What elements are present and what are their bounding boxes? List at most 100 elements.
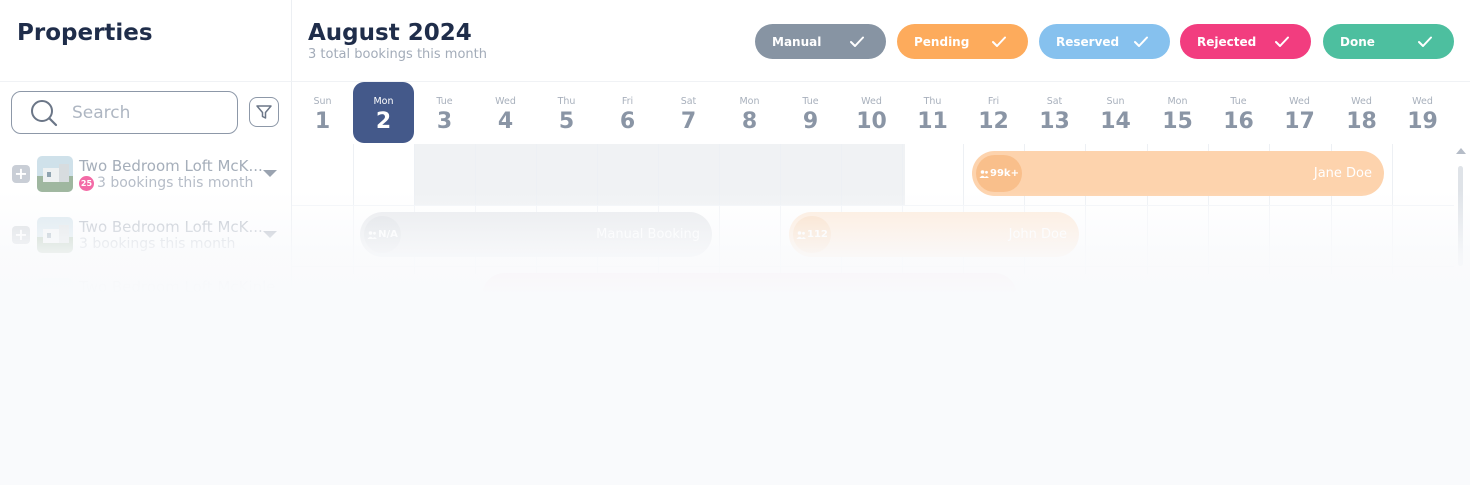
guest-count-badge: N/A [364,216,401,253]
day-name: Sun [313,96,332,107]
property-row[interactable]: + Two Bedroom Loft McK... 25 3 bookings t… [0,144,292,205]
property-bookings-count: 3 bookings this month [97,175,254,191]
guest-count: 112 [807,229,828,240]
day-name: Mon [373,96,394,107]
day-name: Sat [680,96,697,107]
booking-calendar-app: Properties August 2024 3 total bookings … [0,0,1470,485]
day-header[interactable]: Fri 6 [597,82,658,144]
day-name: Thu [557,96,576,107]
check-icon [850,36,864,47]
day-header[interactable]: Mon 15 [1147,82,1208,144]
check-icon [1418,36,1432,47]
day-header[interactable]: Thu 5 [536,82,597,144]
day-header[interactable]: Wed 19 [1392,82,1453,144]
booking-bar-manual[interactable]: N/A Manual Booking [360,212,712,257]
blocked-dates [415,144,905,205]
day-header[interactable]: Sun 1 [292,82,353,144]
day-number: 16 [1223,109,1254,134]
day-header[interactable]: Sun 14 [1085,82,1146,144]
day-name: Sat [1046,96,1063,107]
properties-header: Properties [0,0,292,82]
day-header[interactable]: Fri 12 [963,82,1024,144]
filter-reserved[interactable]: Reserved [1039,24,1170,59]
day-number: 3 [436,109,453,134]
filter-done[interactable]: Done [1323,24,1454,59]
vertical-scrollbar[interactable] [1453,144,1470,284]
filter-rejected[interactable]: Rejected [1180,24,1311,59]
filter-pending[interactable]: Pending [897,24,1028,59]
day-header[interactable]: Tue 3 [414,82,475,144]
day-header-row: Sun 1 Mon 2 Tue 3 Wed 4 Thu 5 Fri 6 Sat 7 Mon 8 … [292,82,1470,144]
search-row [0,82,292,144]
day-name: Wed [1351,96,1372,107]
people-icon [367,230,377,239]
property-name: Two Bedroom Loft McK... [79,157,263,175]
filter-rejected-label: Rejected [1197,34,1257,49]
properties-title: Properties [17,20,153,46]
day-number: 5 [558,109,575,134]
property-bookings-count: 3 bookings this month [79,236,236,252]
guest-count-badge: 112 [793,216,831,253]
day-number: 1 [314,109,331,134]
day-header[interactable]: Tue 16 [1208,82,1269,144]
people-icon [979,169,989,178]
property-thumbnail [37,278,73,314]
chevron-down-icon[interactable] [263,170,277,177]
search-box[interactable] [11,91,238,134]
day-name: Tue [436,96,453,107]
day-number: 2 [375,109,392,134]
filter-icon [256,105,272,119]
day-name: Wed [1412,96,1433,107]
day-name: Fri [621,96,634,107]
search-icon [31,99,58,126]
check-icon [1275,36,1289,47]
day-number: 18 [1346,109,1377,134]
day-number: 10 [856,109,887,134]
day-header[interactable]: Thu 11 [902,82,963,144]
day-name: Thu [923,96,942,107]
day-name: Wed [1289,96,1310,107]
month-subtitle: 3 total bookings this month [308,47,488,62]
filter-manual-label: Manual [772,34,822,49]
filter-manual[interactable]: Manual [755,24,886,59]
expand-icon[interactable]: + [12,165,30,183]
search-input[interactable] [72,102,222,123]
day-name: Tue [802,96,819,107]
day-header[interactable]: Sat 7 [658,82,719,144]
chevron-down-icon[interactable] [263,231,277,238]
property-row[interactable]: + Two Bedroom Loft McK... 3 bookings thi… [0,205,292,266]
day-number: 17 [1284,109,1315,134]
day-name: Mon [1167,96,1188,107]
booking-guest-name: Jane Doe [1313,166,1372,181]
day-number: 13 [1039,109,1070,134]
day-name: Sun [1106,96,1125,107]
booking-bar-pending[interactable]: 99k+ Jane Doe [972,151,1384,196]
scroll-up-arrow-icon[interactable] [1456,148,1466,154]
day-number: 7 [680,109,697,134]
day-header[interactable]: Mon 8 [719,82,780,144]
property-row[interactable]: Two Bedroom Loft McKinle [0,266,292,327]
day-number: 4 [497,109,514,134]
scrollbar-thumb[interactable] [1458,166,1463,266]
day-header[interactable]: Wed 18 [1331,82,1392,144]
filter-pending-label: Pending [914,34,970,49]
month-header: August 2024 3 total bookings this month … [292,0,1470,82]
day-header[interactable]: Sat 13 [1024,82,1085,144]
day-header[interactable]: Tue 9 [780,82,841,144]
booking-bar-pending[interactable]: 112 John Doe [789,212,1079,257]
day-number: 15 [1162,109,1193,134]
booking-guest-name: Manual Booking [596,227,700,242]
booking-bar-rejected[interactable] [482,273,1017,318]
check-icon [992,36,1006,47]
day-number: 11 [917,109,948,134]
day-header[interactable]: Wed 4 [475,82,536,144]
day-header[interactable]: Wed 17 [1269,82,1330,144]
filter-button[interactable] [249,97,279,127]
expand-icon[interactable]: + [12,226,30,244]
day-header[interactable]: Wed 10 [841,82,902,144]
day-header-selected[interactable]: Mon 2 [353,82,414,144]
day-name: Wed [861,96,882,107]
month-title: August 2024 [308,20,472,46]
day-number: 12 [978,109,1009,134]
day-number: 8 [741,109,758,134]
